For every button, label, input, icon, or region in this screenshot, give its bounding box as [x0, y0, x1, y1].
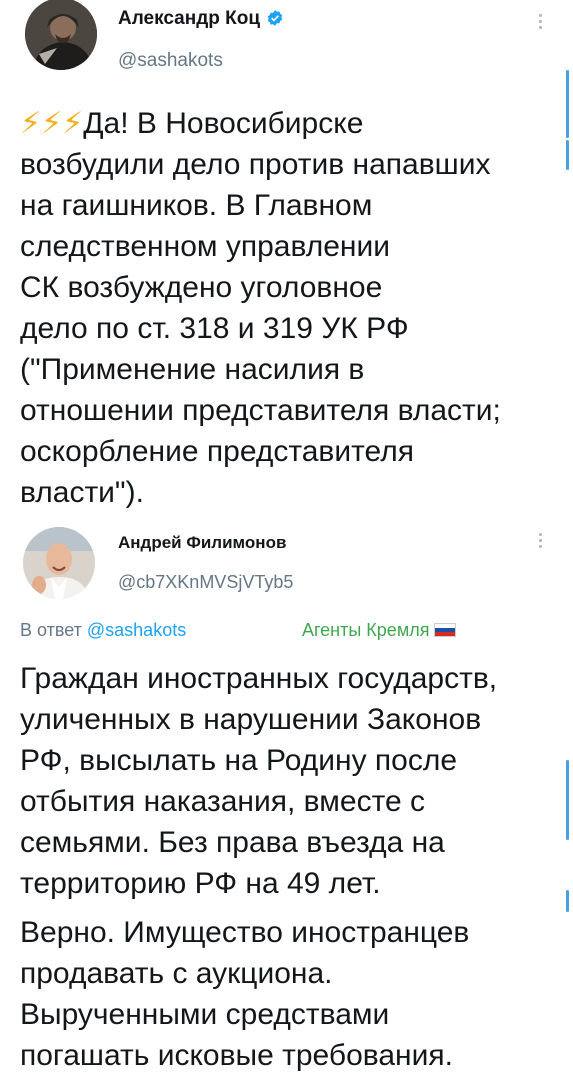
scrollbar-thumb[interactable] — [566, 140, 569, 170]
avatar-filimonov[interactable] — [23, 527, 95, 599]
author-name-filimonov[interactable]: Андрей Филимонов — [118, 533, 286, 553]
avatar-kots[interactable] — [25, 0, 97, 70]
scrollbar-thumb[interactable] — [566, 890, 569, 912]
tweet-text-kots: ⚡⚡⚡Да! В Новосибирске возбудили дело про… — [20, 103, 565, 513]
tweet-kots: Александр Коц @sashakots ⚡⚡⚡Да! В Новоси… — [0, 0, 573, 520]
scrollbar-thumb[interactable] — [566, 760, 569, 840]
reply-prefix: В ответ — [20, 620, 87, 640]
more-vertical-icon[interactable] — [539, 14, 545, 29]
reply-context: В ответ @sashakots — [20, 620, 186, 641]
reply-to-link[interactable]: @sashakots — [87, 620, 186, 640]
tweet-text-filimonov-2: Верно. Имущество иностранцев продавать с… — [20, 916, 470, 1072]
tag-text: Агенты Кремля — [302, 620, 430, 640]
author-name-text: Александр Коц — [118, 8, 261, 29]
scrollbar-thumb[interactable] — [566, 70, 569, 138]
handle-kots[interactable]: @sashakots — [118, 50, 223, 72]
tweet-text: Да! В Новосибирске возбудили дело против… — [20, 107, 501, 509]
handle-filimonov[interactable]: @cb7XKnMVSjVTyb5 — [118, 572, 293, 593]
tweet-text-filimonov: Граждан иностранных государств, уличенны… — [20, 662, 498, 900]
russia-flag-icon — [434, 623, 457, 637]
lightning-icon: ⚡⚡⚡ — [20, 107, 84, 140]
more-vertical-icon[interactable] — [539, 533, 545, 548]
label-tag: Агенты Кремля — [302, 620, 457, 641]
author-name-kots[interactable]: Александр Коц — [118, 8, 284, 30]
verified-badge-icon — [267, 10, 283, 26]
